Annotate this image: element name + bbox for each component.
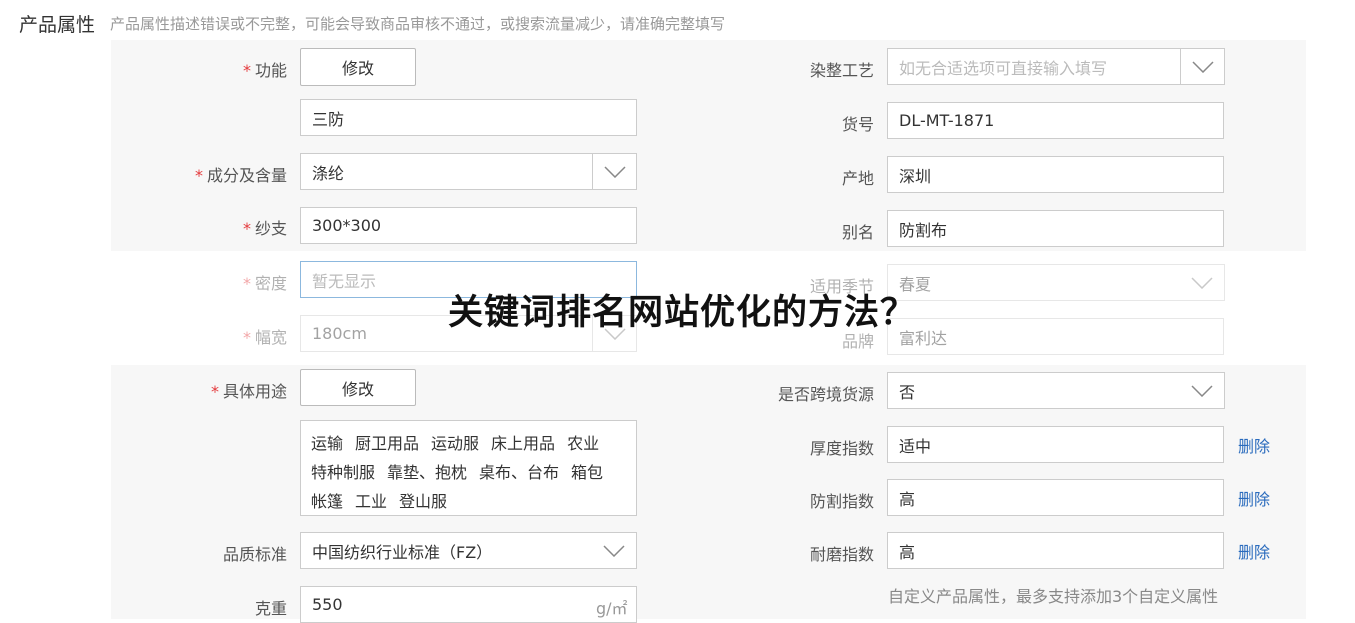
usage-tag: 工业 bbox=[355, 492, 388, 511]
custom-attr-label: 耐磨指数 bbox=[809, 545, 874, 564]
usage-tag: 特种制服 bbox=[311, 463, 376, 482]
usage-tag: 运动服 bbox=[431, 434, 480, 453]
dyeing-label: 染整工艺 bbox=[809, 61, 874, 80]
custom-attr-field[interactable]: 高 bbox=[887, 532, 1224, 569]
function-label: * 功能 bbox=[242, 61, 287, 80]
dyeing-placeholder: 如无合适选项可直接输入填写 bbox=[899, 58, 1108, 78]
custom-attr-field[interactable]: 适中 bbox=[887, 426, 1224, 463]
quality-select[interactable]: 中国纺织行业标准（FZ） bbox=[300, 532, 637, 569]
width-select-value: 180cm bbox=[312, 324, 367, 343]
chevron-down-icon[interactable] bbox=[1180, 265, 1224, 300]
brand-field[interactable]: 富利达 bbox=[887, 318, 1224, 355]
section-hint: 产品属性描述错误或不完整，可能会导致商品审核不通过，或搜索流量减少，请准确完整填… bbox=[110, 15, 726, 33]
usage-tag: 桌布、台布 bbox=[479, 463, 560, 482]
function-value-field[interactable]: 三防 bbox=[300, 99, 637, 136]
weight-unit: g/㎡ bbox=[596, 599, 628, 618]
chevron-down-icon[interactable] bbox=[592, 154, 636, 189]
usage-label: * 具体用途 bbox=[210, 382, 287, 401]
quality-select-value: 中国纺织行业标准（FZ） bbox=[312, 542, 493, 562]
crossborder-label: 是否跨境货源 bbox=[777, 385, 874, 404]
custom-attr-field[interactable]: 高 bbox=[887, 479, 1224, 516]
yarn-field[interactable]: 300*300 bbox=[300, 207, 637, 244]
composition-select-value: 涤纶 bbox=[312, 163, 345, 183]
usage-tag: 厨卫用品 bbox=[355, 434, 420, 453]
usage-tag: 箱包 bbox=[571, 463, 604, 482]
origin-label: 产地 bbox=[841, 169, 874, 188]
crossborder-select-value: 否 bbox=[899, 382, 916, 402]
dyeing-combobox[interactable]: 如无合适选项可直接输入填写 bbox=[887, 48, 1225, 85]
usage-tag: 床上用品 bbox=[491, 434, 556, 453]
density-label: * 密度 bbox=[242, 274, 287, 293]
custom-attr-label: 厚度指数 bbox=[809, 439, 874, 458]
quality-label: 品质标准 bbox=[222, 545, 287, 564]
usage-tag: 登山服 bbox=[399, 492, 448, 511]
custom-attr-label: 防割指数 bbox=[809, 492, 874, 511]
composition-label: * 成分及含量 bbox=[194, 166, 287, 185]
custom-attr-hint: 自定义产品属性，最多支持添加3个自定义属性 bbox=[888, 587, 1219, 606]
usage-tag: 运输 bbox=[311, 434, 344, 453]
delete-custom-attr-link[interactable]: 删除 bbox=[1238, 539, 1270, 563]
composition-select[interactable]: 涤纶 bbox=[300, 153, 637, 190]
usage-tag: 靠垫、抱枕 bbox=[387, 463, 468, 482]
chevron-down-icon[interactable] bbox=[592, 533, 636, 568]
sku-field[interactable]: DL-MT-1871 bbox=[887, 102, 1224, 139]
chevron-down-icon[interactable] bbox=[1180, 373, 1224, 408]
yarn-label: * 纱支 bbox=[242, 219, 287, 238]
delete-custom-attr-link[interactable]: 删除 bbox=[1238, 433, 1270, 457]
alias-label: 别名 bbox=[841, 223, 874, 242]
weight-value: 550 bbox=[312, 595, 343, 614]
width-label: * 幅宽 bbox=[242, 328, 287, 347]
delete-custom-attr-link[interactable]: 删除 bbox=[1238, 486, 1270, 510]
sku-label: 货号 bbox=[841, 115, 874, 134]
usage-edit-button[interactable]: 修改 bbox=[300, 369, 416, 406]
season-select[interactable]: 春夏 bbox=[887, 264, 1225, 301]
weight-field[interactable]: 550 bbox=[300, 586, 637, 623]
usage-tags: 运输 厨卫用品 运动服 床上用品 农业 特种制服 靠垫、抱枕 桌布、台布 箱包 帐篷 工业 登山服 bbox=[300, 420, 637, 516]
origin-field[interactable]: 深圳 bbox=[887, 156, 1224, 193]
overlay-title: 关键词排名网站优化的方法？ bbox=[448, 293, 917, 333]
usage-tag: 农业 bbox=[567, 434, 600, 453]
section-title: 产品属性 bbox=[19, 14, 96, 36]
function-edit-button[interactable]: 修改 bbox=[300, 48, 416, 86]
alias-field[interactable]: 防割布 bbox=[887, 210, 1224, 247]
weight-label: 克重 bbox=[254, 599, 287, 618]
usage-tag: 帐篷 bbox=[311, 492, 344, 511]
crossborder-select[interactable]: 否 bbox=[887, 372, 1225, 409]
chevron-down-icon[interactable] bbox=[1180, 49, 1224, 84]
